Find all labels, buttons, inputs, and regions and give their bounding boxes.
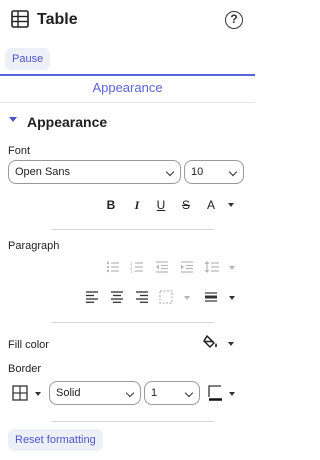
vertical-align-caret-icon[interactable] — [229, 296, 235, 300]
numbered-list-icon[interactable]: 1 2 3 — [130, 261, 144, 273]
tab-indicator — [0, 74, 255, 76]
align-center-icon[interactable] — [110, 291, 124, 303]
vertical-align-middle-icon[interactable] — [204, 291, 218, 303]
align-left-icon[interactable] — [85, 291, 99, 303]
font-size-select[interactable]: 10 — [184, 160, 244, 184]
chevron-down-icon — [125, 388, 135, 398]
strikethrough-button[interactable]: S — [179, 197, 193, 213]
border-type-caret-icon[interactable] — [35, 392, 41, 396]
table-icon — [11, 10, 29, 28]
border-style-value: Solid — [56, 387, 81, 399]
border-label: Border — [8, 363, 42, 375]
panel-title: Table — [37, 11, 78, 28]
divider — [51, 229, 214, 230]
divider — [0, 102, 255, 103]
text-color-button[interactable]: A — [204, 197, 218, 213]
svg-text:3: 3 — [130, 269, 133, 273]
tab-appearance[interactable]: Appearance — [0, 80, 255, 96]
border-all-icon[interactable] — [12, 385, 28, 401]
font-label: Font — [8, 145, 31, 157]
border-width-select[interactable]: 1 — [144, 381, 200, 405]
padding-caret-icon[interactable] — [184, 296, 190, 300]
indent-icon[interactable] — [180, 261, 194, 273]
pause-button[interactable]: Pause — [5, 48, 51, 70]
font-family-value: Open Sans — [15, 166, 71, 178]
border-style-select[interactable]: Solid — [49, 381, 141, 405]
line-spacing-icon[interactable] — [204, 261, 220, 273]
help-icon[interactable]: ? — [225, 11, 243, 29]
divider — [51, 421, 214, 422]
divider — [51, 322, 214, 323]
underline-button[interactable]: U — [154, 197, 168, 213]
border-width-value: 1 — [151, 387, 158, 399]
fill-color-caret-icon[interactable] — [228, 342, 234, 346]
bold-button[interactable]: B — [104, 197, 118, 213]
italic-button[interactable]: I — [130, 197, 144, 213]
border-color-caret-icon[interactable] — [229, 392, 235, 396]
collapse-triangle-icon[interactable] — [9, 117, 17, 122]
font-family-select[interactable]: Open Sans — [8, 160, 181, 184]
border-color-icon[interactable] — [207, 384, 223, 402]
outdent-icon[interactable] — [155, 261, 169, 273]
padding-icon[interactable] — [159, 290, 173, 304]
text-color-caret-icon[interactable] — [228, 203, 234, 207]
font-size-value: 10 — [191, 166, 204, 178]
paragraph-label: Paragraph — [8, 240, 60, 252]
chevron-down-icon — [228, 167, 238, 177]
paint-bucket-icon[interactable] — [203, 334, 219, 350]
reset-formatting-button[interactable]: Reset formatting — [8, 429, 103, 451]
fill-color-label: Fill color — [8, 339, 49, 351]
bullet-list-icon[interactable] — [106, 261, 120, 273]
align-right-icon[interactable] — [135, 291, 149, 303]
chevron-down-icon — [165, 167, 175, 177]
line-spacing-caret-icon[interactable] — [229, 266, 235, 270]
section-title[interactable]: Appearance — [27, 113, 107, 131]
chevron-down-icon — [184, 388, 194, 398]
